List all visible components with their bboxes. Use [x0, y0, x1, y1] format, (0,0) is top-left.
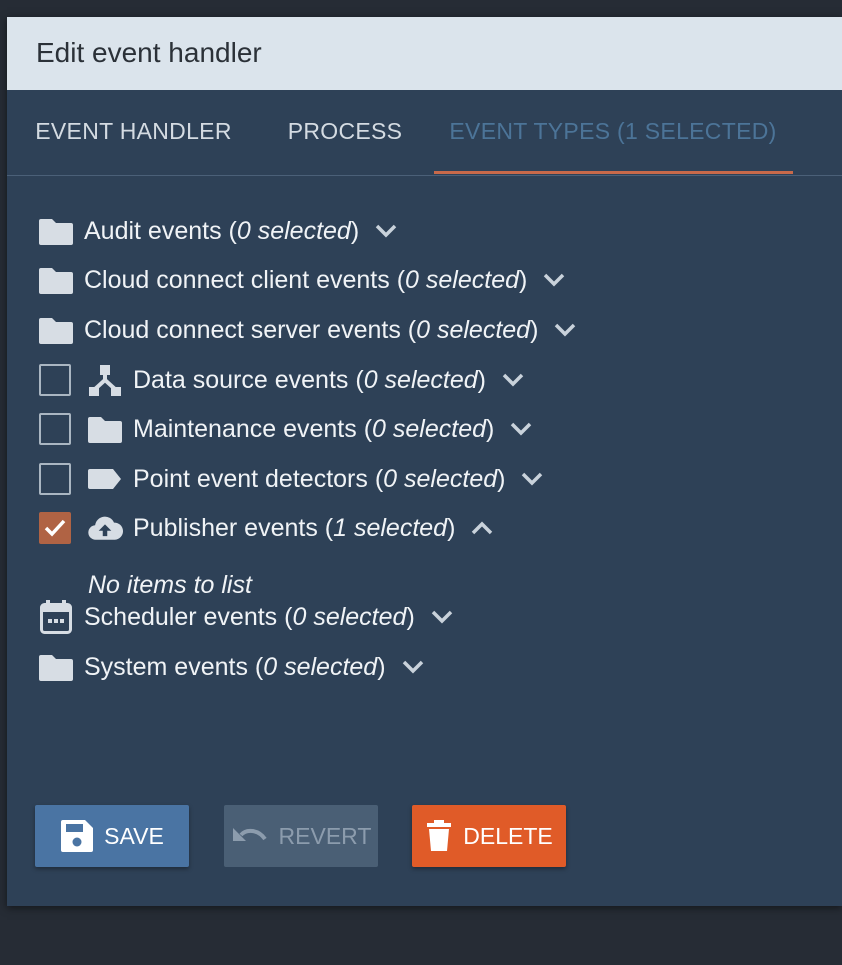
publisher-events-checkbox[interactable]	[39, 512, 71, 544]
tree-item-label: Point event detectors	[133, 464, 368, 493]
data-source-events-checkbox[interactable]	[39, 364, 71, 396]
tab-event-types[interactable]: EVENT TYPES (1 SELECTED)	[430, 90, 796, 173]
revert-button-label: REVERT	[278, 822, 372, 849]
tree-item-label: System events	[84, 652, 248, 681]
delete-button[interactable]: DELETE	[412, 805, 566, 867]
tree-item-label: Scheduler events	[84, 602, 278, 631]
dialog-header: Edit event handler	[7, 17, 842, 90]
checkmark-icon	[44, 519, 66, 537]
tree-item-cloud-connect-server-events[interactable]: Cloud connect server events (0 selected)	[38, 310, 578, 350]
dialog-title: Edit event handler	[36, 37, 262, 68]
folder-icon	[38, 651, 74, 683]
tab-process[interactable]: PROCESS	[260, 90, 430, 173]
tree-item-count: 0 selected	[363, 365, 478, 394]
save-button-label: SAVE	[104, 822, 164, 849]
tree-item-count: 0 selected	[236, 216, 351, 245]
chevron-down-icon[interactable]	[400, 654, 426, 680]
tree-item-data-source-events[interactable]: Data source events (0 selected)	[39, 360, 526, 400]
delete-button-label: DELETE	[463, 822, 553, 849]
publisher-events-empty-text: No items to list	[88, 571, 252, 599]
tree-item-audit-events[interactable]: Audit events (0 selected)	[38, 211, 399, 251]
tree-item-label: Data source events	[133, 365, 349, 394]
chevron-up-icon[interactable]	[469, 515, 495, 541]
folder-icon	[38, 264, 74, 296]
tree-item-count: 0 selected	[416, 315, 531, 344]
chevron-down-icon[interactable]	[541, 267, 567, 293]
chevron-down-icon[interactable]	[508, 416, 534, 442]
tree-item-label: Publisher events	[133, 513, 318, 542]
chevron-down-icon[interactable]	[429, 604, 455, 630]
tree-item-cloud-connect-client-events[interactable]: Cloud connect client events (0 selected)	[38, 260, 567, 300]
tree-item-count: 0 selected	[405, 265, 519, 294]
tree-item-count: 0 selected	[383, 464, 498, 493]
chevron-down-icon[interactable]	[519, 466, 545, 492]
tree-item-label: Cloud connect client events	[84, 265, 390, 294]
undo-icon	[232, 828, 267, 841]
tree-item-count: 0 selected	[372, 414, 487, 443]
chevron-down-icon[interactable]	[500, 367, 526, 393]
tree-item-label: Maintenance events	[133, 414, 357, 443]
tree-item-publisher-events[interactable]: Publisher events (1 selected)	[39, 508, 495, 548]
label-icon	[87, 463, 123, 495]
tree-item-point-event-detectors[interactable]: Point event detectors (0 selected)	[39, 459, 545, 499]
tab-event-handler[interactable]: EVENT HANDLER	[7, 90, 260, 173]
tab-bar: EVENT HANDLER PROCESS EVENT TYPES (1 SEL…	[7, 90, 842, 176]
folder-icon	[38, 314, 74, 346]
chevron-down-icon[interactable]	[373, 218, 399, 244]
point-event-detectors-checkbox[interactable]	[39, 463, 71, 495]
tree-item-count: 0 selected	[263, 652, 378, 681]
maintenance-events-checkbox[interactable]	[39, 413, 71, 445]
tree-item-label: Audit events	[84, 216, 222, 245]
tree-item-maintenance-events[interactable]: Maintenance events (0 selected)	[39, 409, 534, 449]
tree-item-scheduler-events[interactable]: Scheduler events (0 selected)	[38, 597, 455, 637]
tree-item-count: 1 selected	[333, 513, 448, 542]
tree-item-label: Cloud connect server events	[84, 315, 401, 344]
save-button[interactable]: SAVE	[35, 805, 189, 867]
tree-item-count: 0 selected	[292, 602, 407, 631]
cloud-upload-icon	[87, 512, 123, 544]
folder-icon	[87, 413, 123, 445]
revert-button[interactable]: REVERT	[224, 805, 378, 867]
active-tab-indicator	[434, 171, 793, 174]
trash-icon	[427, 820, 452, 851]
chevron-down-icon[interactable]	[552, 317, 578, 343]
edit-event-handler-dialog: Edit event handler EVENT HANDLER PROCESS…	[7, 17, 842, 906]
tree-item-system-events[interactable]: System events (0 selected)	[38, 647, 426, 687]
calendar-icon	[38, 600, 74, 634]
save-icon	[61, 820, 94, 852]
data-source-icon	[87, 364, 123, 396]
folder-icon	[38, 215, 74, 247]
